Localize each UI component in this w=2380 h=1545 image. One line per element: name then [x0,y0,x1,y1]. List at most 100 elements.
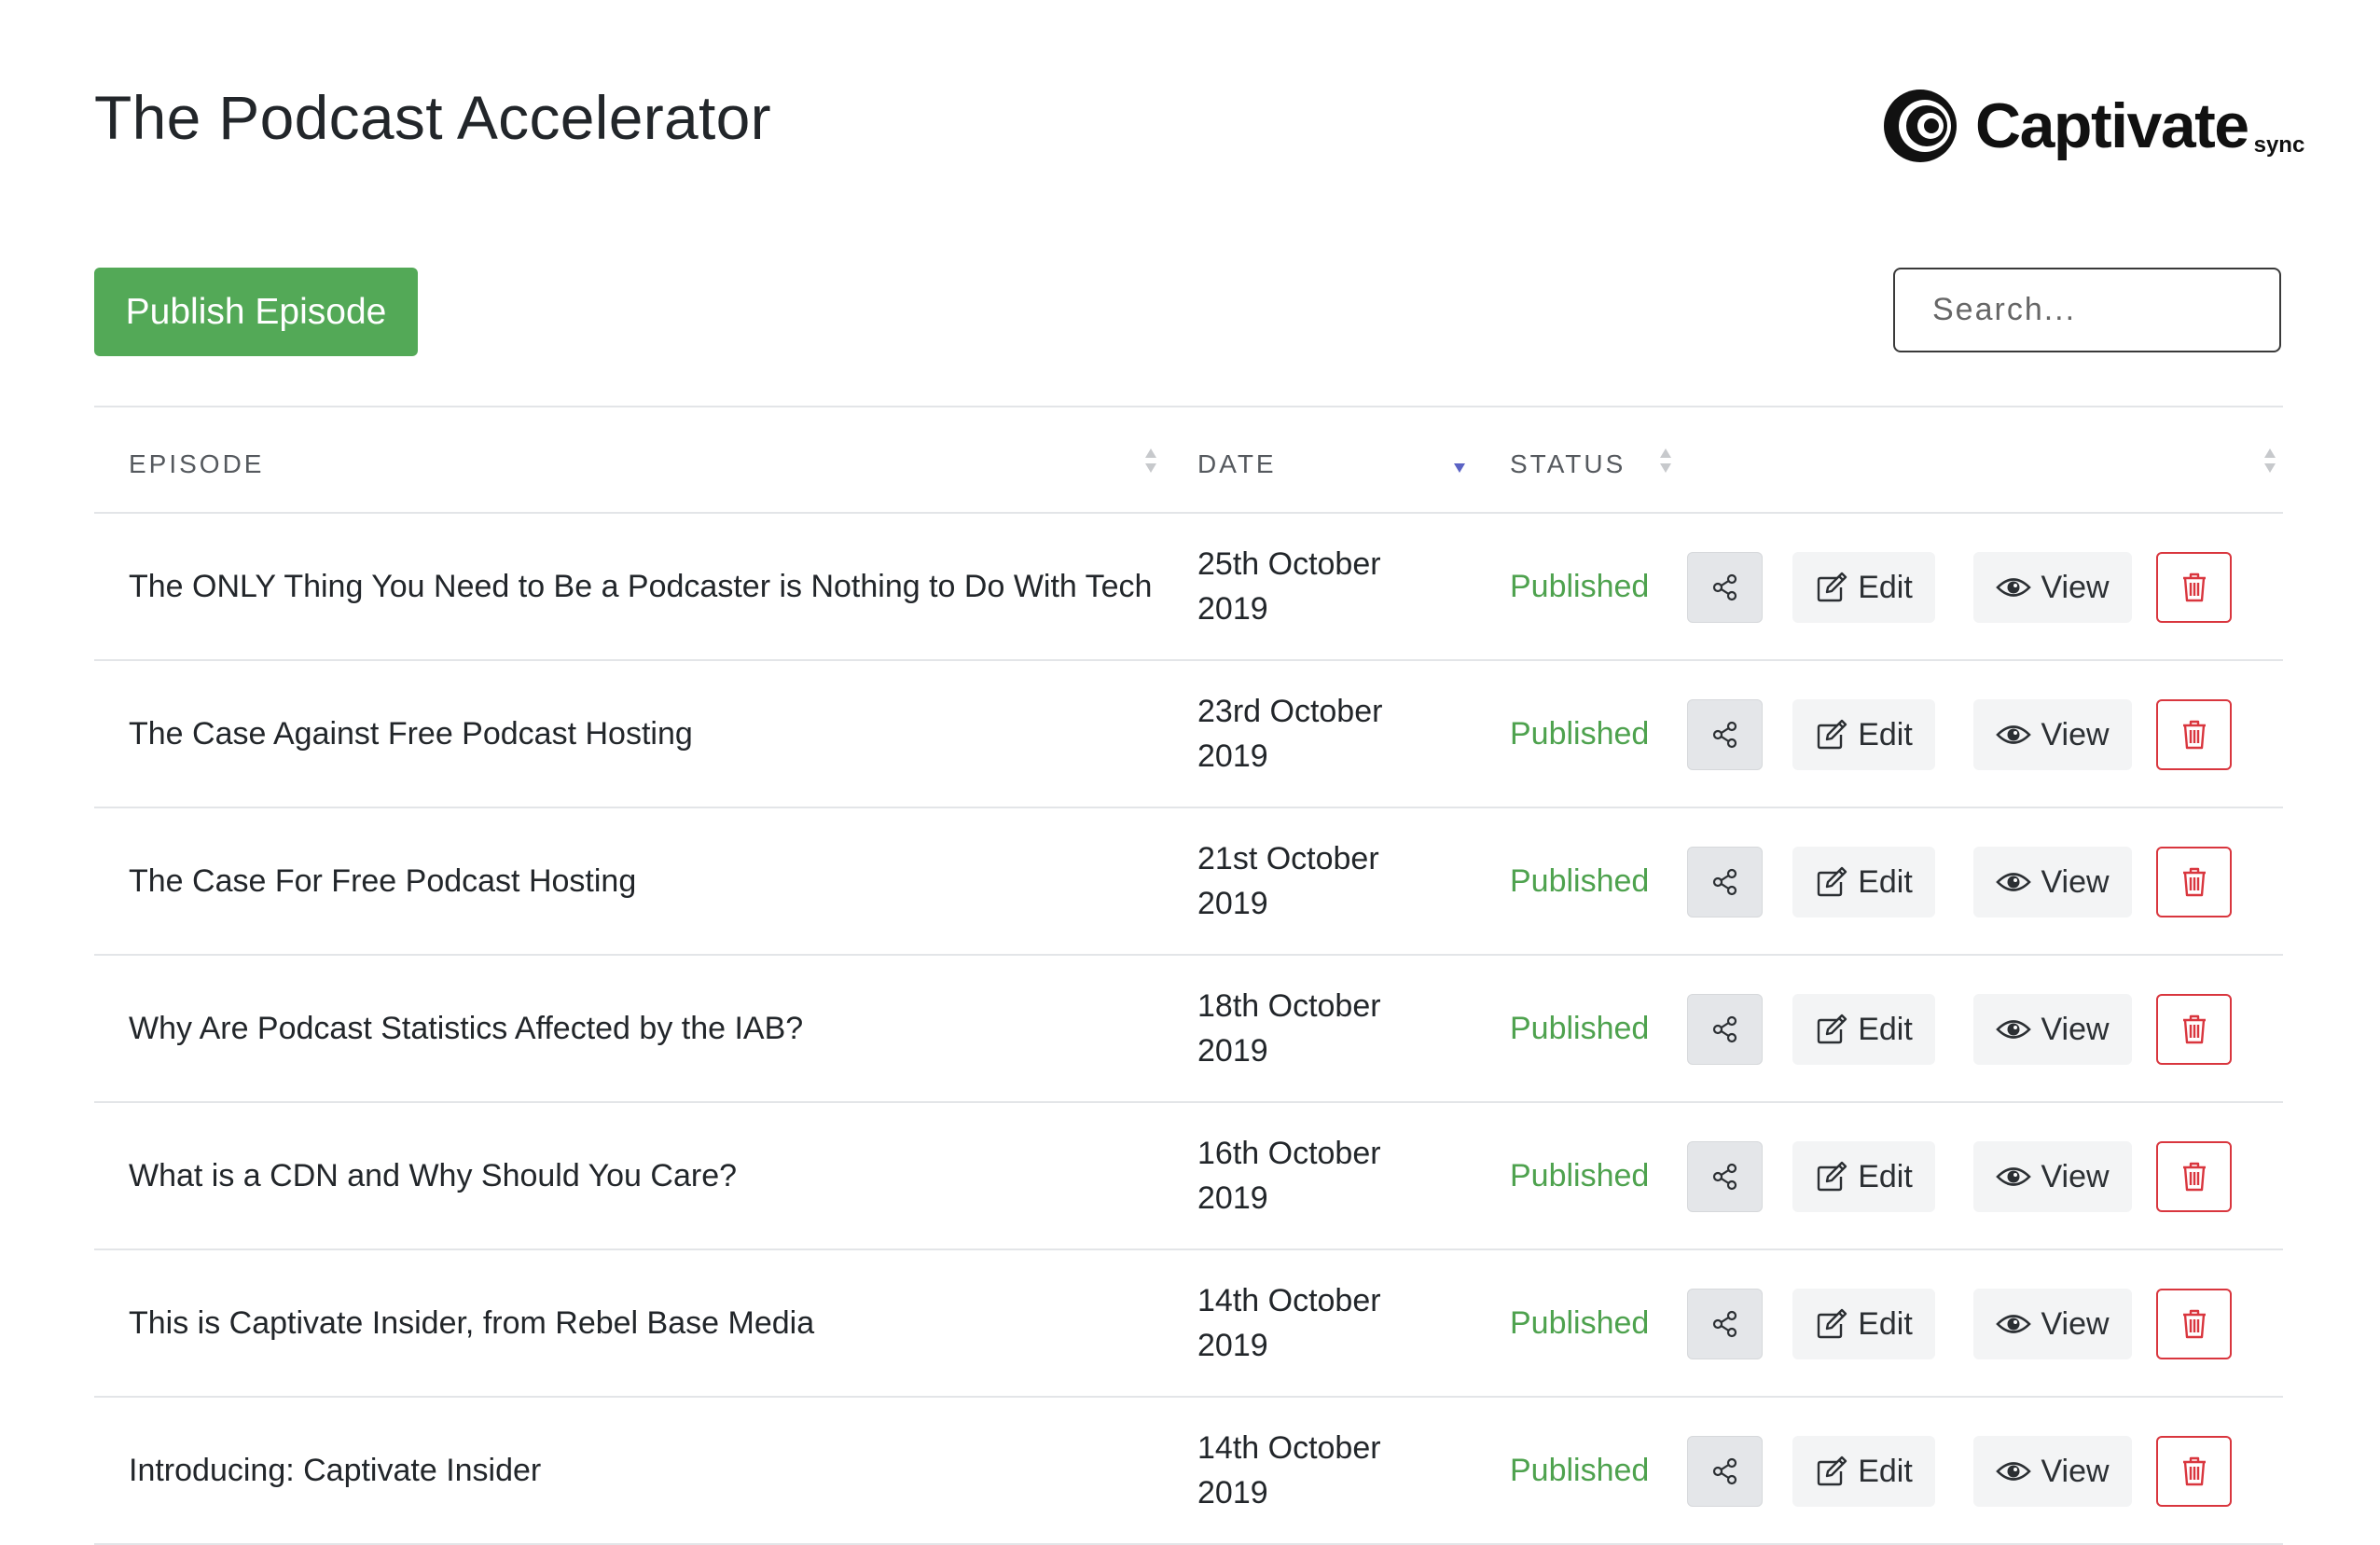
episode-date: 23rd October 2019 [1197,694,1383,774]
share-icon [1712,1310,1737,1338]
logo-wordmark: Captivate [1975,90,2249,161]
eye-icon [1996,1020,2032,1039]
episode-status: Published [1510,1157,1650,1193]
view-button-label: View [2041,716,2110,752]
episode-title[interactable]: The Case For Free Podcast Hosting [129,808,636,954]
share-icon [1712,1163,1737,1191]
share-button[interactable] [1687,1141,1763,1212]
view-button-label: View [2041,1453,2110,1489]
episode-title[interactable]: Why Are Podcast Statistics Affected by t… [129,956,803,1101]
sort-desc-icon[interactable] [1452,446,1467,476]
edit-button-label: Edit [1858,863,1913,900]
eye-icon [1996,1462,2032,1481]
edit-button[interactable]: Edit [1792,699,1935,770]
edit-icon [1818,1308,1847,1339]
edit-button[interactable]: Edit [1792,1436,1935,1507]
table-row: Introducing: Captivate Insider 14th Octo… [94,1398,2283,1545]
episode-title[interactable]: This is Captivate Insider, from Rebel Ba… [129,1250,814,1396]
column-header-status[interactable]: STATUS [1510,450,1626,478]
edit-icon [1818,1455,1847,1486]
episodes-page: The Podcast Accelerator Captivate sync P… [0,0,2380,1545]
view-button-label: View [2041,569,2110,605]
edit-button[interactable]: Edit [1792,1141,1935,1212]
view-button-label: View [2041,1011,2110,1047]
eye-icon [1996,578,2032,597]
edit-button[interactable]: Edit [1792,552,1935,623]
edit-button[interactable]: Edit [1792,1289,1935,1359]
view-button-label: View [2041,1158,2110,1194]
share-button[interactable] [1687,847,1763,917]
column-header-date[interactable]: DATE [1197,450,1277,478]
trash-icon [2182,1014,2206,1044]
episode-date: 18th October 2019 [1197,988,1381,1069]
column-header-episode[interactable]: EPISODE [129,450,264,478]
delete-button[interactable] [2156,552,2232,623]
delete-button[interactable] [2156,1289,2232,1359]
episode-status: Published [1510,1304,1650,1341]
sort-icon[interactable] [1143,446,1158,476]
table-row: The Case Against Free Podcast Hosting 23… [94,661,2283,808]
share-icon [1712,1457,1737,1485]
edit-button-label: Edit [1858,1011,1913,1047]
episode-title[interactable]: What is a CDN and Why Should You Care? [129,1103,737,1248]
share-button[interactable] [1687,552,1763,623]
trash-icon [2182,1309,2206,1339]
eye-icon [1996,1167,2032,1186]
share-button[interactable] [1687,699,1763,770]
episode-date: 14th October 2019 [1197,1283,1381,1363]
share-button[interactable] [1687,994,1763,1065]
episode-status: Published [1510,715,1650,752]
delete-button[interactable] [2156,699,2232,770]
episode-title[interactable]: The Case Against Free Podcast Hosting [129,661,693,807]
table-row: Why Are Podcast Statistics Affected by t… [94,956,2283,1103]
view-button[interactable]: View [1973,699,2132,770]
view-button[interactable]: View [1973,994,2132,1065]
edit-button[interactable]: Edit [1792,847,1935,917]
episode-status: Published [1510,1010,1650,1046]
episode-title[interactable]: The ONLY Thing You Need to Be a Podcaste… [129,514,1152,659]
share-icon [1712,573,1737,601]
share-icon [1712,721,1737,749]
share-icon [1712,1015,1737,1043]
edit-button-label: Edit [1858,569,1913,605]
search-input[interactable] [1893,268,2281,352]
view-button[interactable]: View [1973,1436,2132,1507]
episode-status: Published [1510,862,1650,899]
episodes-table: EPISODE DATE STATUS The ONLY Thing You N… [94,406,2283,1545]
eye-icon [1996,725,2032,744]
captivate-logo: Captivate sync [1882,84,2304,168]
trash-icon [2182,1162,2206,1192]
episode-date: 21st October 2019 [1197,841,1379,921]
logo-sub: sync [2253,132,2305,158]
delete-button[interactable] [2156,847,2232,917]
table-row: What is a CDN and Why Should You Care? 1… [94,1103,2283,1250]
edit-icon [1818,572,1847,602]
episode-title[interactable]: Introducing: Captivate Insider [129,1398,541,1543]
episode-date: 14th October 2019 [1197,1430,1381,1511]
edit-button-label: Edit [1858,1453,1913,1489]
share-button[interactable] [1687,1436,1763,1507]
trash-icon [2182,720,2206,750]
view-button[interactable]: View [1973,847,2132,917]
table-row: The ONLY Thing You Need to Be a Podcaste… [94,514,2283,661]
view-button[interactable]: View [1973,1289,2132,1359]
edit-button[interactable]: Edit [1792,994,1935,1065]
publish-episode-button[interactable]: Publish Episode [94,268,418,356]
delete-button[interactable] [2156,994,2232,1065]
eye-icon [1996,1315,2032,1333]
episode-date: 16th October 2019 [1197,1136,1381,1216]
share-button[interactable] [1687,1289,1763,1359]
trash-icon [2182,572,2206,602]
table-row: The Case For Free Podcast Hosting 21st O… [94,808,2283,956]
delete-button[interactable] [2156,1436,2232,1507]
view-button[interactable]: View [1973,552,2132,623]
episode-status: Published [1510,1452,1650,1488]
episode-date: 25th October 2019 [1197,546,1381,627]
view-button[interactable]: View [1973,1141,2132,1212]
edit-button-label: Edit [1858,716,1913,752]
sort-icon[interactable] [1658,446,1673,476]
view-button-label: View [2041,1305,2110,1342]
delete-button[interactable] [2156,1141,2232,1212]
sort-icon[interactable] [2262,446,2277,476]
captivate-logo-icon [1884,90,1957,162]
